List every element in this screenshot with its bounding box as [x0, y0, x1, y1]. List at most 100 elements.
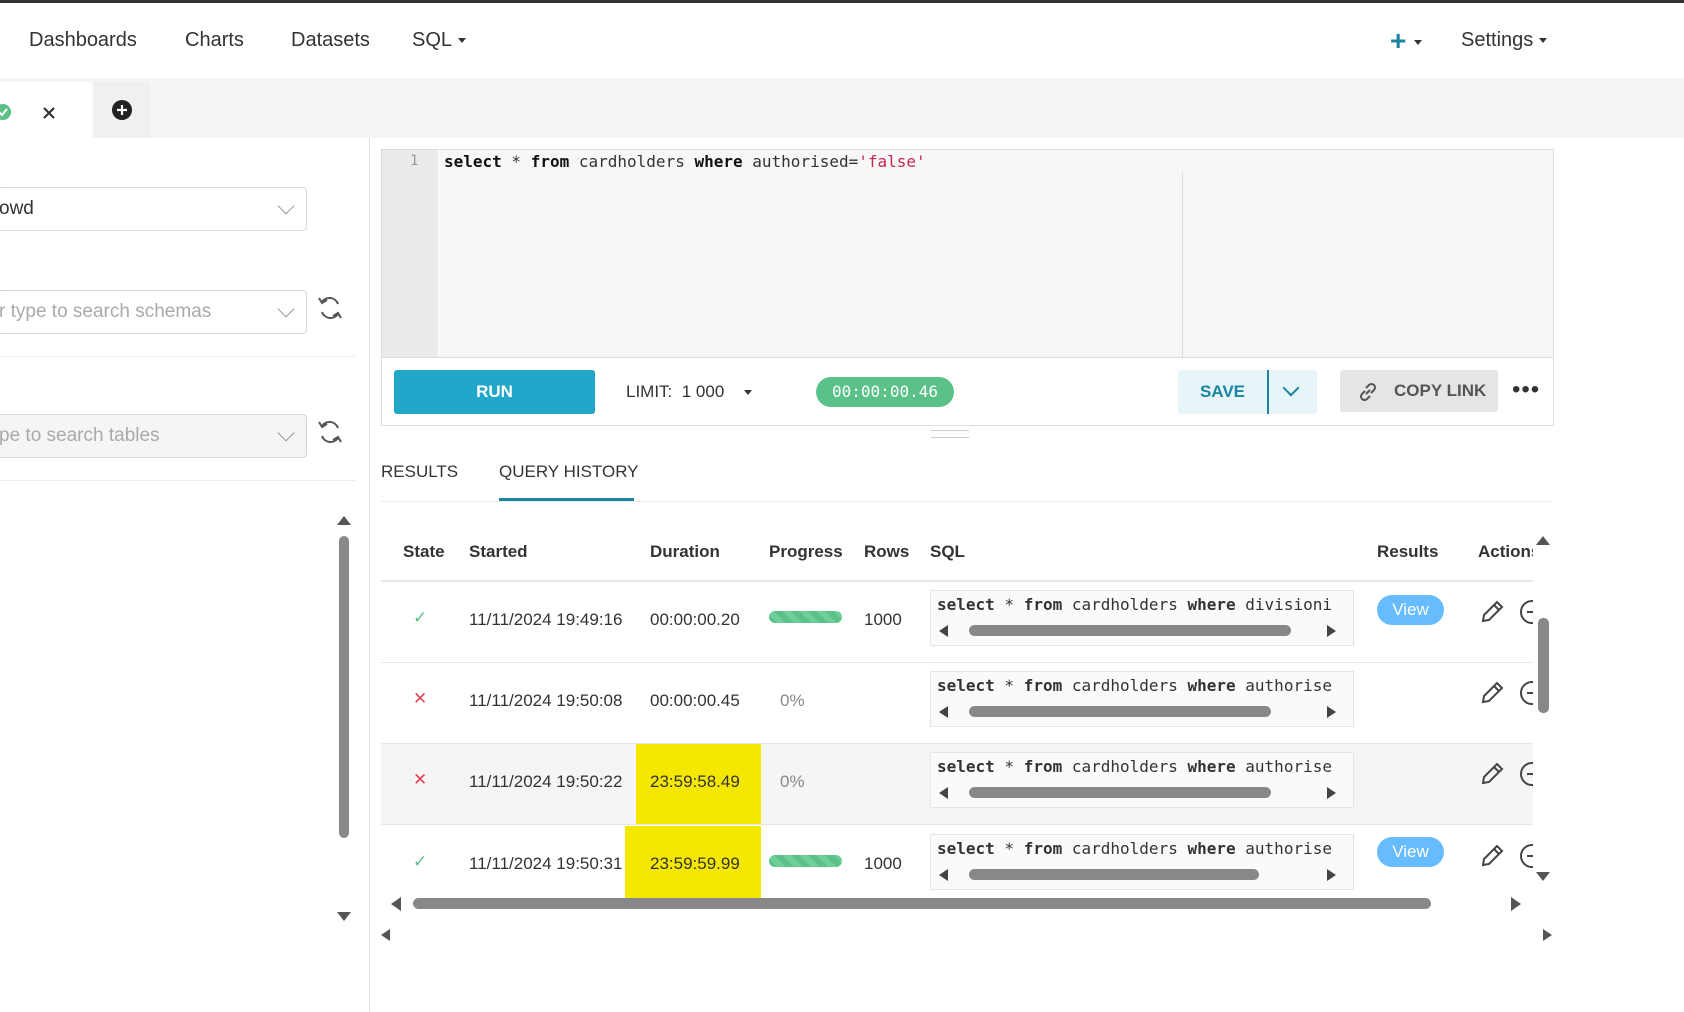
scroll-left-icon[interactable] [391, 897, 401, 911]
add-tab-button[interactable] [94, 82, 150, 138]
scroll-left-icon[interactable] [939, 869, 948, 881]
started-cell: 11/11/2024 19:50:22 [469, 772, 623, 791]
refresh-schemas-icon[interactable] [316, 294, 344, 322]
scroll-up-icon[interactable] [1536, 536, 1550, 545]
column-header-rows: Rows [864, 542, 910, 561]
more-options-icon[interactable]: ••• [1512, 376, 1540, 404]
sql-preview-text: select * from cardholders where authoris… [937, 839, 1332, 858]
limit-dropdown[interactable]: LIMIT: 1 000 [626, 382, 753, 402]
query-tab-bar [0, 78, 1684, 138]
column-header-results: Results [1377, 542, 1439, 561]
clipboard-icon[interactable] [1519, 842, 1533, 870]
table-horizontal-scrollbar[interactable] [381, 894, 1533, 914]
nav-settings-menu[interactable]: Settings [1461, 29, 1548, 52]
table-select[interactable]: pe to search tables [0, 414, 307, 458]
nav-sql-menu[interactable]: SQL [412, 29, 467, 52]
scroll-thumb[interactable] [413, 898, 1431, 909]
scroll-thumb[interactable] [1538, 618, 1549, 713]
sql-scroll-thumb[interactable] [969, 787, 1271, 798]
schema-select[interactable]: r type to search schemas [0, 290, 307, 334]
scroll-right-icon[interactable] [1511, 897, 1521, 911]
started-cell: 11/11/2024 19:50:08 [469, 691, 623, 710]
edit-pencil-icon[interactable] [1478, 842, 1506, 870]
table-row: ✓ 11/11/2024 19:50:31 23:59:59.99 1000 s… [381, 826, 1533, 900]
sql-editor[interactable]: 1 select * from cardholders where author… [381, 149, 1554, 358]
top-navbar: Dashboards Charts Datasets SQL + Setting… [0, 3, 1684, 78]
edit-pencil-icon[interactable] [1478, 679, 1506, 707]
limit-label: LIMIT: [626, 382, 673, 401]
new-item-menu[interactable]: + [1390, 25, 1423, 57]
column-header-sql: SQL [930, 542, 965, 561]
progress-text: 0% [780, 691, 805, 710]
edit-pencil-icon[interactable] [1478, 760, 1506, 788]
sql-preview[interactable]: select * from cardholders where authoris… [930, 752, 1354, 808]
nav-dashboards[interactable]: Dashboards [29, 29, 137, 52]
scroll-left-icon[interactable] [939, 787, 948, 799]
print-margin [1182, 172, 1183, 357]
database-select[interactable]: owd [0, 187, 307, 231]
query-history-table: State Started Duration Progress Rows SQL… [381, 530, 1533, 900]
scroll-left-icon[interactable] [939, 625, 948, 637]
scroll-right-icon[interactable] [1327, 625, 1336, 637]
caret-down-icon [458, 38, 467, 44]
nav-datasets[interactable]: Datasets [291, 29, 370, 52]
sql-preview-text: select * from cardholders where authoris… [937, 676, 1332, 695]
scroll-right-icon[interactable] [1327, 787, 1336, 799]
link-icon [1359, 382, 1377, 402]
scroll-right-icon[interactable] [1543, 929, 1552, 941]
scroll-right-icon[interactable] [1327, 869, 1336, 881]
sql-scroll-thumb[interactable] [969, 706, 1271, 717]
tab-query-history[interactable]: QUERY HISTORY [499, 462, 639, 482]
split-drag-handle[interactable] [931, 430, 969, 438]
clipboard-icon[interactable] [1519, 760, 1533, 788]
progress-bar [769, 855, 842, 867]
plus-icon: + [1390, 25, 1407, 56]
clipboard-icon[interactable] [1519, 598, 1533, 626]
save-button-group: SAVE [1178, 370, 1317, 414]
copy-link-button[interactable]: COPY LINK [1340, 370, 1498, 412]
edit-pencil-icon[interactable] [1478, 598, 1506, 626]
left-panel-scrollbar[interactable] [334, 510, 354, 930]
tab-results[interactable]: RESULTS [381, 462, 458, 482]
run-button[interactable]: RUN [394, 370, 595, 414]
sql-preview[interactable]: select * from cardholders where division… [930, 590, 1354, 646]
nav-settings-label: Settings [1461, 29, 1534, 51]
divider [0, 356, 356, 357]
view-results-button[interactable]: View [1377, 837, 1444, 867]
sql-scroll-thumb[interactable] [969, 869, 1259, 880]
view-results-button[interactable]: View [1377, 595, 1444, 625]
scroll-thumb[interactable] [339, 536, 349, 838]
sql-preview-text: select * from cardholders where authoris… [937, 757, 1332, 776]
progress-text: 0% [780, 772, 805, 791]
success-check-icon: ✓ [413, 608, 428, 627]
left-panel: owd r type to search schemas pe to searc… [0, 138, 370, 1012]
table-vertical-scrollbar[interactable] [1533, 530, 1553, 890]
save-button[interactable]: SAVE [1178, 370, 1267, 414]
scroll-down-icon[interactable] [337, 912, 351, 921]
nav-charts[interactable]: Charts [185, 29, 244, 52]
failed-x-icon: ✕ [413, 770, 428, 789]
close-tab-icon[interactable] [42, 106, 56, 120]
query-tab[interactable] [0, 82, 92, 138]
divider [0, 480, 356, 481]
refresh-tables-icon[interactable] [316, 418, 344, 446]
sql-preview[interactable]: select * from cardholders where authoris… [930, 671, 1354, 727]
table-row: ✓ 11/11/2024 19:49:16 00:00:00.20 1000 s… [381, 582, 1533, 663]
panel-horizontal-scrollbar[interactable] [381, 925, 1568, 945]
duration-cell: 23:59:59.99 [650, 854, 740, 873]
scroll-right-icon[interactable] [1327, 706, 1336, 718]
scroll-up-icon[interactable] [337, 516, 351, 525]
duration-cell: 00:00:00.20 [650, 610, 740, 629]
copy-link-label: COPY LINK [1394, 381, 1487, 400]
chevron-down-icon [277, 300, 295, 318]
status-success-icon [0, 104, 11, 120]
save-dropdown-chevron-icon[interactable] [1282, 379, 1300, 397]
sql-preview[interactable]: select * from cardholders where authoris… [930, 834, 1354, 890]
clipboard-icon[interactable] [1519, 679, 1533, 707]
scroll-left-icon[interactable] [939, 706, 948, 718]
column-header-actions: Actions [1478, 542, 1533, 561]
scroll-left-icon[interactable] [381, 929, 390, 941]
started-cell: 11/11/2024 19:49:16 [469, 610, 623, 629]
scroll-down-icon[interactable] [1536, 872, 1550, 881]
sql-scroll-thumb[interactable] [969, 625, 1291, 636]
